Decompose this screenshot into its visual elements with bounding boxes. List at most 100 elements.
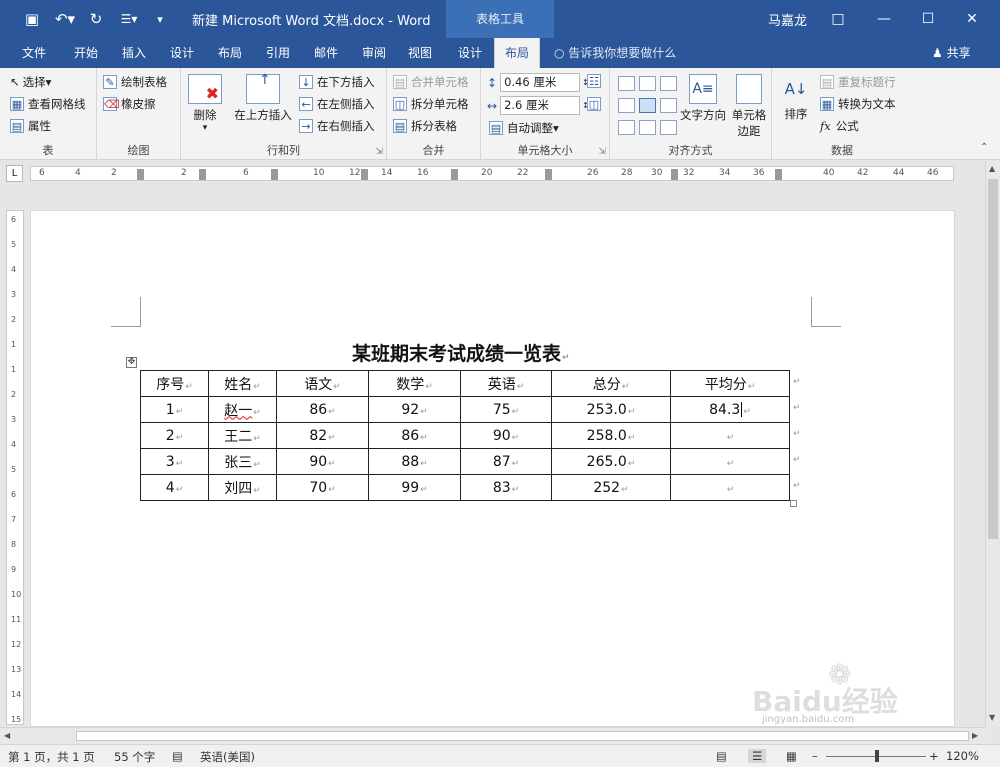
tab-file[interactable]: 文件: [20, 38, 48, 68]
tab-table-layout[interactable]: 布局: [494, 38, 540, 68]
tab-view[interactable]: 视图: [406, 38, 434, 68]
undo-icon[interactable]: ↶▾: [52, 9, 78, 29]
minimize-icon[interactable]: —: [862, 0, 906, 38]
column-marker[interactable]: [199, 169, 206, 180]
text-direction-button[interactable]: A≡ 文字方向: [680, 74, 726, 123]
column-width-field[interactable]: ↔ 2.6 厘米 ↕: [487, 96, 589, 115]
scroll-up-icon[interactable]: ▲: [989, 164, 995, 173]
column-width-value[interactable]: 2.6 厘米: [500, 96, 581, 115]
scroll-left-icon[interactable]: ◀: [4, 731, 10, 740]
redo-icon[interactable]: ↻: [86, 9, 106, 29]
align-middle-center-icon[interactable]: [639, 98, 656, 113]
tab-insert[interactable]: 插入: [120, 38, 148, 68]
table-cell[interactable]: ↵: [670, 474, 790, 501]
tell-me-search[interactable]: ○ 告诉我你想要做什么: [554, 38, 676, 68]
table-cell[interactable]: 84.3 ↵: [670, 396, 790, 423]
align-middle-left-icon[interactable]: [618, 98, 635, 113]
draw-table-button[interactable]: ✎ 绘制表格: [103, 74, 167, 90]
split-table-button[interactable]: ▤ 拆分表格: [393, 118, 457, 134]
table-cell[interactable]: 3↵: [140, 448, 209, 475]
row-height-field[interactable]: ↕ 0.46 厘米 ↕: [487, 73, 589, 92]
insert-right-button[interactable]: → 在右侧插入: [299, 118, 375, 134]
tab-home[interactable]: 开始: [72, 38, 100, 68]
column-marker[interactable]: [545, 169, 552, 180]
column-marker[interactable]: [361, 169, 368, 180]
language-indicator[interactable]: 英语(美国): [200, 749, 255, 765]
share-button[interactable]: ♟ 共享: [932, 38, 971, 68]
horizontal-scrollbar[interactable]: ◀ ▶: [0, 727, 985, 744]
tab-selector-icon[interactable]: L: [6, 165, 23, 182]
numbering-icon[interactable]: ☰▾: [114, 9, 144, 29]
table-move-handle-icon[interactable]: ✥: [126, 357, 137, 368]
table-cell[interactable]: 王二↵: [208, 422, 277, 449]
document-heading[interactable]: 某班期末考试成绩一览表↵: [352, 339, 570, 366]
table-cell[interactable]: 1↵: [140, 396, 209, 423]
table-cell[interactable]: 86↵: [368, 422, 461, 449]
word-count[interactable]: 55 个字: [114, 749, 155, 765]
delete-button[interactable]: ✖ 删除 ▾: [185, 74, 225, 133]
table-cell[interactable]: 赵一↵: [208, 396, 277, 423]
properties-button[interactable]: ▤ 属性: [10, 118, 51, 134]
column-marker[interactable]: [775, 169, 782, 180]
column-marker[interactable]: [137, 169, 144, 180]
print-layout-icon[interactable]: ☰: [748, 749, 767, 763]
column-marker[interactable]: [451, 169, 458, 180]
table-cell[interactable]: ↵: [670, 422, 790, 449]
align-bottom-left-icon[interactable]: [618, 120, 635, 135]
header-cell[interactable]: 总分↵: [551, 370, 671, 397]
row-height-value[interactable]: 0.46 厘米: [500, 73, 581, 92]
tab-mailings[interactable]: 邮件: [312, 38, 340, 68]
align-middle-right-icon[interactable]: [660, 98, 677, 113]
table-cell[interactable]: 88↵: [368, 448, 461, 475]
table-cell[interactable]: 90↵: [460, 422, 552, 449]
table-cell[interactable]: 83↵: [460, 474, 552, 501]
tab-layout[interactable]: 布局: [216, 38, 244, 68]
view-gridlines-button[interactable]: ▦ 查看网格线: [10, 96, 86, 112]
save-icon[interactable]: ▣: [22, 9, 42, 29]
align-bottom-right-icon[interactable]: [660, 120, 677, 135]
column-marker[interactable]: [671, 169, 678, 180]
header-cell[interactable]: 序号↵: [140, 370, 209, 397]
proofing-icon[interactable]: ▤: [172, 749, 183, 763]
cell-size-dialog-launcher[interactable]: ⇲: [598, 147, 606, 157]
table-cell[interactable]: 90↵: [276, 448, 369, 475]
maximize-icon[interactable]: ☐: [906, 0, 950, 38]
header-cell[interactable]: 英语↵: [460, 370, 552, 397]
table-cell[interactable]: 2↵: [140, 422, 209, 449]
align-top-left-icon[interactable]: [618, 76, 635, 91]
tab-design[interactable]: 设计: [168, 38, 196, 68]
table-cell[interactable]: 4↵: [140, 474, 209, 501]
insert-above-button[interactable]: ↑ 在上方插入: [231, 72, 295, 123]
zoom-in-icon[interactable]: +: [929, 749, 939, 763]
close-icon[interactable]: ✕: [950, 0, 994, 38]
collapse-ribbon-icon[interactable]: ⌃: [980, 142, 988, 153]
table-cell[interactable]: 70↵: [276, 474, 369, 501]
table-cell[interactable]: 张三↵: [208, 448, 277, 475]
table-resize-handle[interactable]: [790, 500, 797, 507]
web-layout-icon[interactable]: ▦: [786, 749, 797, 763]
header-cell[interactable]: 平均分↵: [670, 370, 790, 397]
tab-review[interactable]: 审阅: [360, 38, 388, 68]
table-cell[interactable]: 265.0↵: [551, 448, 671, 475]
table-cell[interactable]: 92↵: [368, 396, 461, 423]
header-cell[interactable]: 语文↵: [276, 370, 369, 397]
repeat-header-rows-button[interactable]: ▤ 重复标题行: [820, 74, 896, 90]
page-count[interactable]: 第 1 页，共 1 页: [8, 749, 95, 765]
zoom-slider-thumb[interactable]: [875, 750, 879, 762]
table-cell[interactable]: 87↵: [460, 448, 552, 475]
table-cell[interactable]: 252↵: [551, 474, 671, 501]
select-button[interactable]: ↖ 选择 ▾: [10, 74, 51, 90]
horizontal-scroll-thumb[interactable]: [76, 731, 969, 741]
read-mode-icon[interactable]: ▤: [716, 749, 727, 763]
table-cell[interactable]: 253.0↵: [551, 396, 671, 423]
sort-button[interactable]: A↓ 排序: [778, 74, 814, 122]
table-cell[interactable]: 86↵: [276, 396, 369, 423]
table-cell[interactable]: 刘四↵: [208, 474, 277, 501]
customize-qat-icon[interactable]: ▾: [150, 9, 170, 29]
scroll-right-icon[interactable]: ▶: [972, 731, 978, 740]
tab-table-design[interactable]: 设计: [456, 38, 484, 68]
horizontal-ruler[interactable]: L 6 4 2 2 6 10 12 14 16 20 22 26 28 30 32 34 36 40 42 44 46: [0, 161, 985, 185]
ribbon-display-options-icon[interactable]: □: [816, 0, 860, 38]
zoom-out-icon[interactable]: –: [812, 749, 818, 763]
align-top-right-icon[interactable]: [660, 76, 677, 91]
